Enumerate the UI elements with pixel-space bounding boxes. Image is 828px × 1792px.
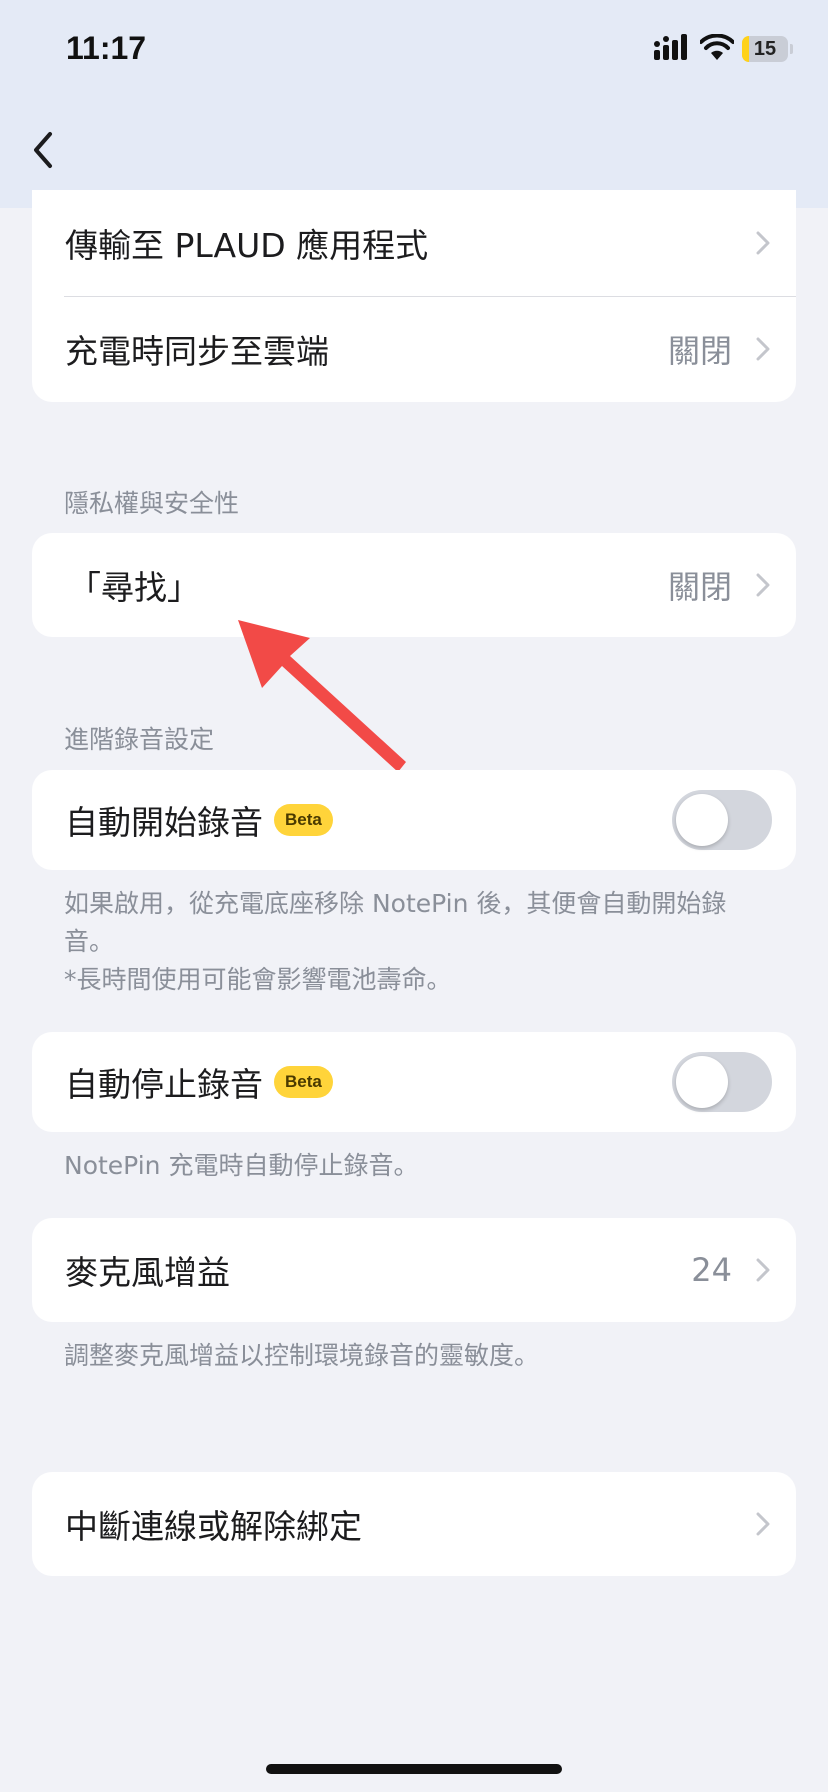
chevron-right-icon: [756, 1258, 770, 1282]
auto-stop-label: 自動停止錄音: [65, 1065, 263, 1104]
chevron-right-icon: [756, 337, 770, 361]
back-chevron-icon[interactable]: [28, 128, 60, 172]
disconnect-row[interactable]: 中斷連線或解除綁定: [32, 1472, 796, 1576]
wifi-icon: [700, 34, 734, 60]
auto-start-note: 如果啟用，從充電底座移除 NotePin 後，其便會自動開始錄音。 *長時間使用…: [64, 885, 754, 999]
mic-gain-card: 麥克風增益 24: [32, 1218, 796, 1322]
toggle-knob: [676, 794, 728, 846]
mic-gain-value: 24: [691, 1251, 732, 1289]
auto-start-note-line1: 如果啟用，從充電底座移除 NotePin 後，其便會自動開始錄音。: [64, 889, 727, 956]
cloud-sync-row[interactable]: 充電時同步至雲端 關閉: [32, 296, 796, 402]
home-indicator[interactable]: [266, 1764, 562, 1774]
beta-badge: Beta: [274, 1066, 333, 1098]
auto-stop-toggle[interactable]: [672, 1052, 772, 1112]
chevron-right-icon: [756, 1512, 770, 1536]
auto-start-toggle[interactable]: [672, 790, 772, 850]
transfer-to-app-label: 傳輸至 PLAUD 應用程式: [65, 226, 429, 265]
toggle-knob: [676, 1056, 728, 1108]
mic-gain-row[interactable]: 麥克風增益 24: [32, 1218, 796, 1322]
mic-gain-note: 調整麥克風增益以控制環境錄音的靈敏度。: [64, 1341, 540, 1370]
disconnect-card: 中斷連線或解除綁定: [32, 1472, 796, 1576]
signal-icon: [654, 34, 687, 60]
status-time: 11:17: [66, 30, 147, 66]
auto-stop-note: NotePin 充電時自動停止錄音。: [64, 1151, 419, 1180]
find-my-label: 「尋找」: [68, 568, 200, 607]
battery-icon: 15: [742, 36, 788, 62]
privacy-section-title: 隱私權與安全性: [64, 489, 240, 518]
battery-tip: [790, 44, 793, 54]
auto-stop-row: 自動停止錄音 Beta: [32, 1032, 796, 1132]
sync-settings-card: 傳輸至 PLAUD 應用程式 充電時同步至雲端 關閉: [32, 190, 796, 402]
beta-badge: Beta: [274, 804, 333, 836]
auto-start-note-line2: *長時間使用可能會影響電池壽命。: [64, 965, 452, 994]
cloud-sync-value: 關閉: [667, 332, 732, 370]
advanced-section-title: 進階錄音設定: [64, 725, 215, 754]
auto-stop-card: 自動停止錄音 Beta: [32, 1032, 796, 1132]
header-bar: 11:17 15: [0, 0, 828, 208]
auto-start-card: 自動開始錄音 Beta: [32, 770, 796, 870]
find-my-value: 關閉: [667, 568, 732, 606]
transfer-to-app-row[interactable]: 傳輸至 PLAUD 應用程式: [32, 190, 796, 296]
auto-start-row: 自動開始錄音 Beta: [32, 770, 796, 870]
annotation-arrow-icon: [238, 620, 406, 772]
battery-level: 15: [753, 38, 777, 60]
chevron-right-icon: [756, 573, 770, 597]
cloud-sync-label: 充電時同步至雲端: [65, 332, 329, 371]
disconnect-label: 中斷連線或解除綁定: [65, 1507, 362, 1546]
chevron-right-icon: [756, 231, 770, 255]
auto-start-label: 自動開始錄音: [65, 803, 263, 842]
mic-gain-label: 麥克風增益: [65, 1253, 230, 1292]
